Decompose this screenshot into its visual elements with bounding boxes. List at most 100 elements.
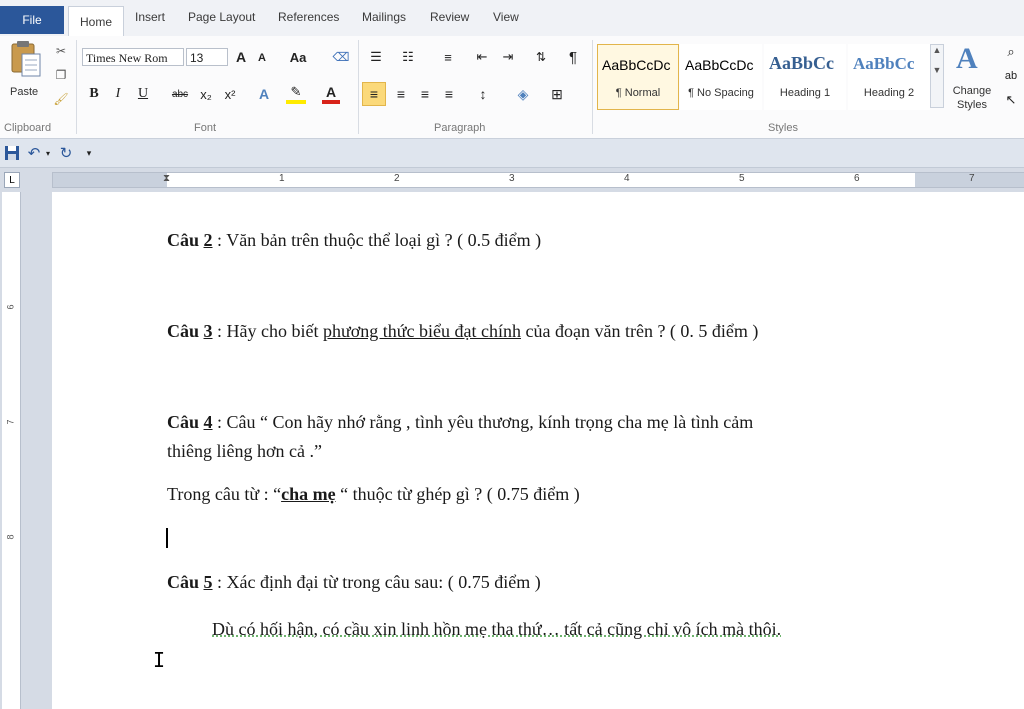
tab-page-layout[interactable]: Page Layout [188,10,255,24]
tab-view[interactable]: View [493,10,519,24]
justify-button[interactable]: ≡ [438,82,460,106]
italic-button[interactable]: I [108,84,128,104]
question-2[interactable]: Câu 2 : Văn bản trên thuộc thể loại gì ?… [167,230,541,251]
format-painter-icon[interactable]: 🖌 [54,92,68,106]
shading-icon[interactable]: ◈ [512,82,534,106]
question-text: : Hãy cho biết [213,321,323,341]
underline-button[interactable]: U [132,84,154,104]
paste-button[interactable]: Paste [6,40,46,106]
tab-home[interactable]: Home [68,6,124,37]
align-left-button[interactable]: ≡ [362,82,386,106]
clear-formatting-icon[interactable]: ⌫ [330,48,352,66]
subscript-button[interactable]: x₂ [196,84,216,104]
sort-icon[interactable]: ⇅ [532,48,550,66]
question-text: thiêng liêng hơn cả .” [167,441,322,461]
tab-file[interactable]: File [0,6,64,34]
vruler-number: 6 [6,304,16,309]
style-normal[interactable]: AaBbCcDc ¶ Normal [597,44,679,110]
copy-icon[interactable]: ❐ [54,68,68,82]
customize-qat-icon[interactable]: ▾ [84,145,94,161]
ruler-number: 2 [394,173,400,184]
bold-phrase: cha mẹ [281,484,335,504]
ruler-number: 3 [509,173,515,184]
question-5-sentence[interactable]: Dù có hối hận, có cầu xin linh hồn mẹ th… [212,619,781,640]
ribbon: Paste ✂ ❐ 🖌 Clipboard Times New Rom 13 A… [0,36,1024,139]
line-spacing-icon[interactable]: ↕ [472,82,494,106]
indent-marker[interactable]: ⧗ [163,173,170,184]
tab-selector[interactable]: L [4,172,20,188]
highlight-icon[interactable]: ✎ [286,84,306,104]
multilevel-list-icon[interactable]: ≡ [436,48,460,66]
paragraph-group-label: Paragraph [434,122,485,134]
question-4[interactable]: Câu 4 : Câu “ Con hãy nhớ rằng , tình yê… [167,412,753,433]
question-5[interactable]: Câu 5 : Xác định đại từ trong câu sau: (… [167,572,541,593]
change-styles-button[interactable]: A Change Styles [948,40,994,120]
numbering-icon[interactable]: ☷ [396,48,420,66]
tab-mailings[interactable]: Mailings [362,10,406,24]
ruler-number: 4 [624,173,630,184]
paste-icon [9,40,43,80]
question-3[interactable]: Câu 3 : Hãy cho biết phương thức biểu đạ… [167,321,758,342]
strikethrough-button[interactable]: abc [168,84,192,104]
style-no-spacing[interactable]: AaBbCcDc ¶ No Spacing [680,44,762,110]
ruler-number: 1 [279,173,285,184]
borders-icon[interactable]: ⊞ [546,82,568,106]
question-text: : Câu “ Con hãy nhớ rằng , tình yêu thươ… [213,412,754,432]
question-label: Câu [167,412,199,432]
text-cursor [166,528,168,548]
font-name-input[interactable]: Times New Rom [82,48,184,66]
clipboard-group-label: Clipboard [4,122,51,134]
text-effects-icon[interactable]: A [254,84,274,104]
question-4-continued[interactable]: thiêng liêng hơn cả .” [167,441,322,462]
shrink-font-icon[interactable]: A [254,50,270,66]
underlined-phrase: phương thức biểu đạt chính [323,321,521,341]
ribbon-tabs: File Home Insert Page Layout References … [0,0,1024,37]
style-heading-1[interactable]: AaBbCc Heading 1 [764,44,846,110]
decrease-indent-icon[interactable]: ⇤ [472,48,492,66]
horizontal-ruler[interactable]: ⧗ 1 2 3 4 5 6 7 [52,172,1024,188]
cut-icon[interactable]: ✂ [54,44,68,58]
tab-references[interactable]: References [278,10,339,24]
ruler-number: 5 [739,173,745,184]
bullets-icon[interactable]: ☰ [364,48,388,66]
change-styles-label: Change Styles [950,84,994,112]
question-text: Trong câu từ : “ [167,484,281,504]
bold-button[interactable]: B [84,84,104,104]
font-group-label: Font [194,122,216,134]
question-text: của đoạn văn trên ? ( 0. 5 điểm ) [521,321,758,341]
style-sample: AaBbCc [769,53,834,74]
question-label: Câu [167,230,199,250]
save-icon[interactable] [4,145,20,161]
style-name: Heading 1 [765,87,845,99]
show-marks-icon[interactable]: ¶ [564,48,582,66]
align-right-button[interactable]: ≡ [414,82,436,106]
align-center-button[interactable]: ≡ [390,82,412,106]
ruler-area: L ⧗ 1 2 3 4 5 6 7 [0,168,1024,192]
grow-font-icon[interactable]: A [232,48,250,66]
increase-indent-icon[interactable]: ⇥ [498,48,518,66]
change-case-icon[interactable]: Aa [286,48,310,66]
quick-access-toolbar: ↶ ▾ ↻ ▾ [0,139,1024,168]
find-icon[interactable]: ⌕ [1000,42,1022,62]
redo-icon[interactable]: ↻ [58,144,74,162]
style-name: ¶ Normal [598,87,678,99]
style-sample: AaBbCcDc [602,57,670,73]
change-styles-icon: A [956,42,978,76]
replace-icon[interactable]: ab [1000,66,1022,86]
select-icon[interactable]: ↖ [1000,90,1022,110]
undo-icon[interactable]: ↶ [26,144,42,162]
font-color-icon[interactable]: A [322,84,340,104]
question-text: : Xác định đại từ trong câu sau: ( 0.75 … [213,572,541,592]
left-margin-area: 6 7 8 [0,192,52,709]
font-size-input[interactable]: 13 [186,48,228,66]
undo-dropdown-icon[interactable]: ▾ [44,145,52,161]
vertical-ruler[interactable]: 6 7 8 [2,192,21,709]
superscript-button[interactable]: x² [220,84,240,104]
style-name: Heading 2 [849,87,929,99]
question-4-subquestion[interactable]: Trong câu từ : “cha mẹ “ thuộc từ ghép g… [167,484,580,505]
tab-insert[interactable]: Insert [135,10,165,24]
styles-scroll[interactable]: ▲ ▼ [930,44,944,108]
style-name: ¶ No Spacing [681,87,761,99]
tab-review[interactable]: Review [430,10,469,24]
style-heading-2[interactable]: AaBbCc Heading 2 [848,44,930,110]
